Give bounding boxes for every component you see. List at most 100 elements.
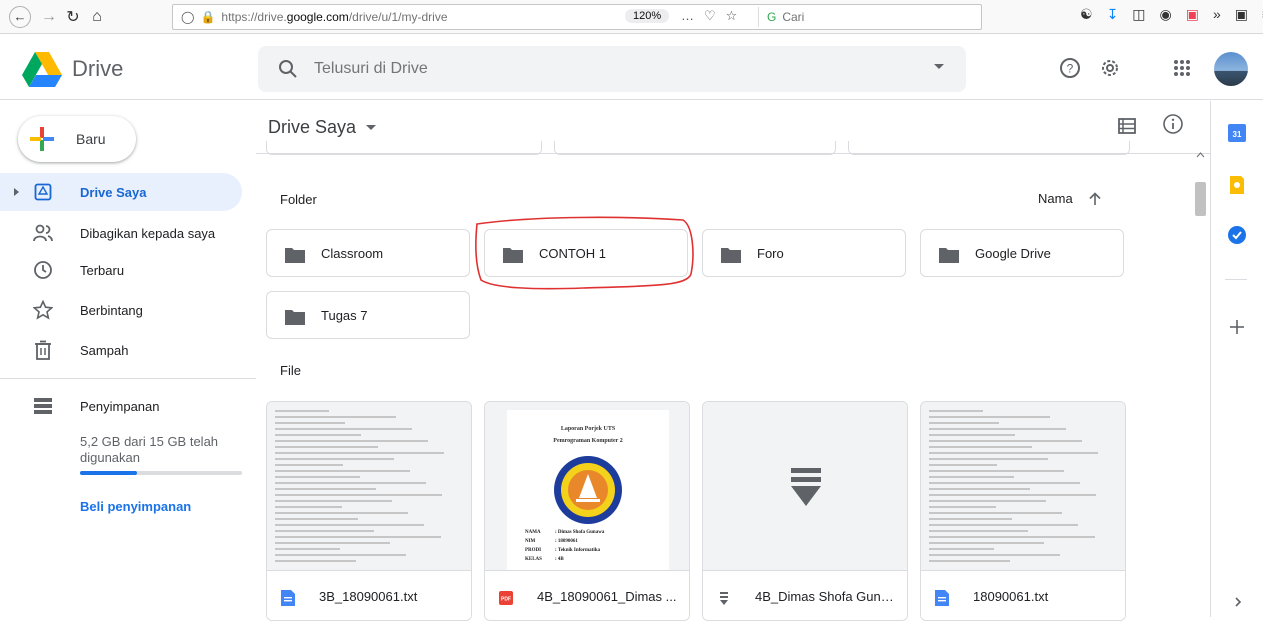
clock-icon bbox=[33, 260, 53, 280]
browser-search-box[interactable]: G Cari bbox=[758, 7, 980, 27]
home-button[interactable]: ⌂ bbox=[85, 5, 109, 29]
add-addon-icon[interactable] bbox=[1227, 317, 1247, 337]
search-input[interactable] bbox=[314, 60, 874, 78]
search-engine-icon: G bbox=[767, 10, 777, 24]
partial-card bbox=[554, 141, 836, 155]
lock-icon[interactable]: 🔒 bbox=[200, 10, 215, 24]
chevron-down-icon bbox=[366, 125, 377, 130]
pocket-icon[interactable]: ♡ bbox=[704, 8, 716, 24]
extension-icon[interactable]: ☯ bbox=[1080, 6, 1093, 23]
page-title: Drive Saya bbox=[268, 117, 357, 137]
partial-card bbox=[848, 141, 1130, 155]
sidebar-item-recent[interactable]: Terbaru bbox=[0, 251, 242, 289]
help-icon[interactable]: ? bbox=[1058, 56, 1082, 80]
forward-button[interactable]: → bbox=[37, 5, 61, 29]
shield-icon[interactable]: ◯ bbox=[181, 10, 194, 24]
keep-icon[interactable] bbox=[1227, 175, 1247, 195]
sidebar-item-my-drive[interactable]: Drive Saya bbox=[0, 173, 242, 211]
main-scrollbar[interactable] bbox=[1193, 150, 1208, 617]
more-icon[interactable]: … bbox=[681, 8, 694, 24]
arrow-up-icon[interactable] bbox=[1089, 191, 1101, 206]
drive-logo-icon[interactable] bbox=[22, 52, 62, 87]
file-thumbnail bbox=[267, 402, 471, 570]
url-text: https://drive.google.com/drive/u/1/my-dr… bbox=[221, 10, 447, 24]
buy-storage-link[interactable]: Beli penyimpanan bbox=[80, 499, 191, 514]
preview-line bbox=[929, 446, 1032, 448]
preview-line bbox=[929, 428, 1066, 430]
preview-line bbox=[275, 500, 392, 502]
overflow-icon[interactable]: » bbox=[1213, 6, 1221, 23]
preview-line bbox=[929, 434, 1016, 436]
scroll-thumb[interactable] bbox=[1195, 182, 1206, 216]
library-icon[interactable]: ◫ bbox=[1132, 6, 1145, 23]
chevron-right-icon[interactable] bbox=[1231, 595, 1245, 609]
preview-line bbox=[275, 560, 356, 562]
search-icon[interactable] bbox=[278, 59, 298, 79]
url-prefix: https://drive. bbox=[221, 10, 287, 24]
sidebar-item-label: Sampah bbox=[80, 342, 129, 358]
storage-label: Penyimpanan bbox=[80, 398, 160, 414]
app-name[interactable]: Drive bbox=[72, 56, 123, 82]
preview-line bbox=[929, 500, 1046, 502]
file-name: 3B_18090061.txt bbox=[319, 589, 418, 604]
folder-card-classroom[interactable]: Classroom bbox=[266, 229, 470, 277]
zoom-indicator[interactable]: 120% bbox=[625, 9, 670, 23]
info-icon[interactable] bbox=[1162, 113, 1184, 135]
sidebar-item-label: Terbaru bbox=[80, 262, 125, 278]
preview-line bbox=[929, 410, 983, 412]
preview-line bbox=[929, 458, 1048, 460]
university-seal-icon bbox=[554, 456, 622, 524]
sidebar: Baru Drive Saya Dibagikan kepada saya Te… bbox=[0, 101, 256, 617]
pocket-save-icon[interactable]: ▣ bbox=[1186, 6, 1199, 23]
pdf-icon: PDF bbox=[499, 591, 513, 605]
preview-line bbox=[929, 488, 1030, 490]
sidebar-item-shared[interactable]: Dibagikan kepada saya bbox=[0, 214, 242, 252]
preview-line bbox=[275, 434, 362, 436]
preview-line bbox=[275, 410, 329, 412]
tasks-icon[interactable] bbox=[1227, 225, 1247, 245]
partial-card bbox=[266, 141, 542, 155]
preview-line bbox=[275, 506, 342, 508]
text-preview bbox=[275, 410, 455, 566]
account-icon[interactable]: ◉ bbox=[1160, 6, 1172, 23]
folder-card-tugas-7[interactable]: Tugas 7 bbox=[266, 291, 470, 339]
address-bar[interactable]: ◯ 🔒 https://drive.google.com/drive/u/1/m… bbox=[172, 4, 982, 30]
reload-button[interactable]: ↻ bbox=[61, 5, 85, 29]
back-button[interactable]: ← bbox=[9, 5, 31, 28]
expand-caret-icon[interactable] bbox=[14, 188, 19, 196]
file-card[interactable]: Laporan Porjek UTS Pemrograman Komputer … bbox=[484, 401, 690, 621]
folder-name: Foro bbox=[757, 245, 784, 261]
text-file-icon bbox=[720, 592, 728, 605]
settings-gear-icon[interactable] bbox=[1098, 56, 1122, 80]
calendar-icon[interactable]: 31 bbox=[1227, 123, 1247, 143]
apps-grid-icon[interactable] bbox=[1170, 56, 1194, 80]
folder-card-google-drive[interactable]: Google Drive bbox=[920, 229, 1124, 277]
file-card[interactable]: 18090061.txt bbox=[920, 401, 1126, 621]
pdf-row-value: : 18090061 bbox=[555, 539, 578, 544]
scroll-up-icon[interactable] bbox=[1193, 150, 1208, 160]
plus-icon bbox=[30, 127, 54, 151]
breadcrumb[interactable]: Drive Saya bbox=[268, 117, 377, 138]
preview-line bbox=[275, 524, 425, 526]
sidebar-item-starred[interactable]: Berbintang bbox=[0, 291, 242, 329]
file-card[interactable]: 4B_Dimas Shofa Guna... bbox=[702, 401, 908, 621]
preview-line bbox=[275, 446, 378, 448]
sidebar-item-trash[interactable]: Sampah bbox=[0, 331, 242, 369]
addon-icon[interactable]: ▣ bbox=[1235, 6, 1248, 23]
pdf-row-value: : 4B bbox=[555, 557, 564, 562]
folder-card-foro[interactable]: Foro bbox=[702, 229, 906, 277]
drive-search-bar[interactable] bbox=[258, 46, 966, 92]
pdf-row-key: PRODI bbox=[525, 548, 542, 553]
text-file-large-icon bbox=[791, 468, 821, 506]
download-icon[interactable]: ↧ bbox=[1107, 6, 1119, 23]
pdf-row-key: NIM bbox=[525, 539, 536, 544]
new-button[interactable]: Baru bbox=[18, 116, 136, 162]
sort-control[interactable]: Nama bbox=[1038, 191, 1101, 206]
avatar[interactable] bbox=[1214, 52, 1248, 86]
search-options-icon[interactable] bbox=[934, 64, 944, 69]
file-card[interactable]: 3B_18090061.txt bbox=[266, 401, 472, 621]
browser-search-placeholder: Cari bbox=[782, 10, 805, 24]
bookmark-star-icon[interactable]: ☆ bbox=[726, 8, 738, 24]
list-view-icon[interactable] bbox=[1116, 115, 1138, 137]
sidebar-item-storage[interactable]: Penyimpanan bbox=[0, 387, 242, 425]
